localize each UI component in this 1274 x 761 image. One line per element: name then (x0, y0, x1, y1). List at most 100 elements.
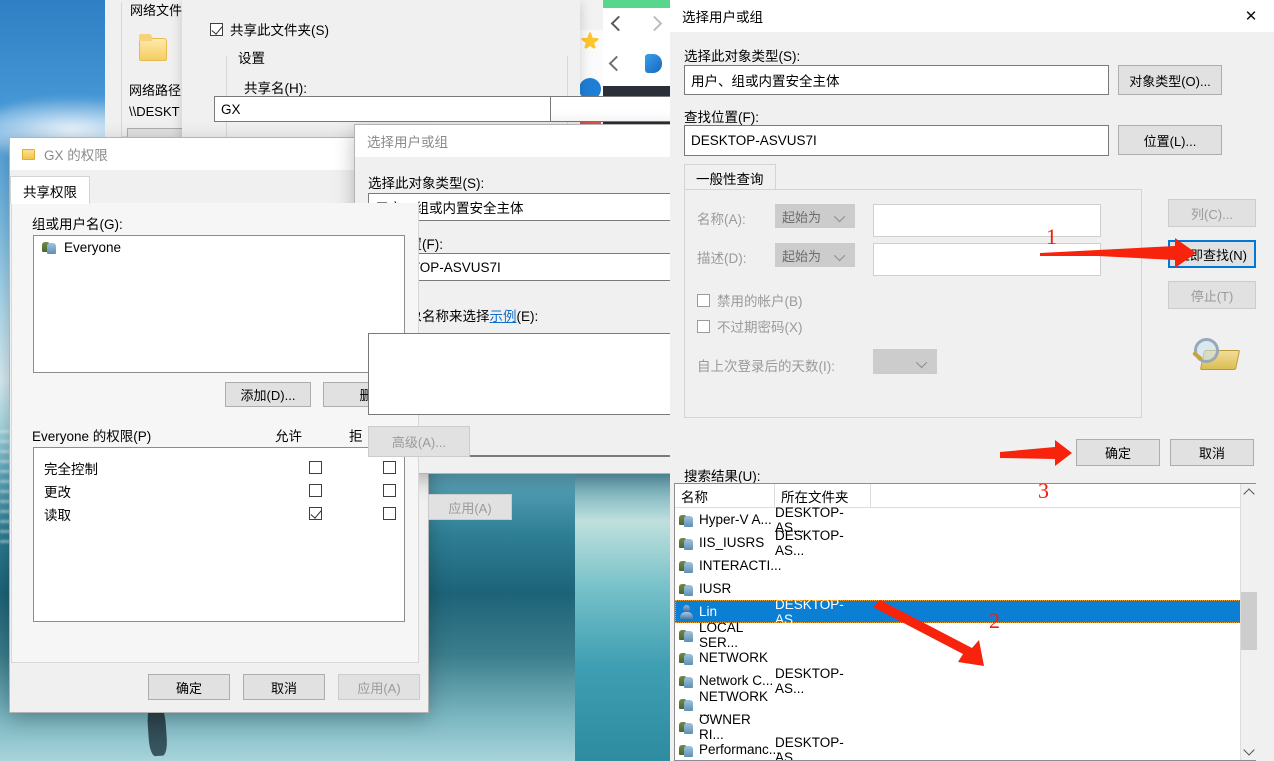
browser-reading-icon[interactable] (608, 55, 625, 72)
results-scrollbar[interactable] (1240, 484, 1257, 760)
result-name-cell: Hyper-V A... (675, 512, 775, 528)
result-name: LOCAL SER... (699, 619, 743, 650)
permission-row[interactable]: 完全控制 (34, 456, 404, 479)
permission-row[interactable]: 读取 (34, 502, 404, 525)
annotation-number-2: 2 (989, 608, 1000, 633)
tab-label: 共享权限 (23, 184, 77, 200)
desc-operator-select[interactable]: 起始为 (775, 243, 855, 267)
result-name-cell: IIS_IUSRS (675, 535, 775, 551)
query-tabstrip[interactable]: 一般性查询 (684, 164, 776, 190)
result-name: OWNER RI... (699, 711, 751, 742)
select-apply-button[interactable]: 应用(A) (428, 494, 512, 520)
group-icon (679, 581, 695, 597)
permissions-cancel-button[interactable]: 取消 (243, 674, 325, 700)
bing-logo-icon[interactable] (645, 54, 662, 73)
cancel-button[interactable]: 取消 (1170, 439, 1254, 466)
result-name-cell: Performanc... (675, 742, 780, 758)
table-row[interactable]: NETWORK (675, 646, 1255, 669)
deny-checkbox[interactable] (383, 484, 396, 497)
location-button[interactable]: 位置(L)... (1118, 125, 1222, 155)
group-or-usernames-label: 组或用户名(G): (32, 217, 123, 232)
never-expire-password-label: 不过期密码(X) (717, 320, 803, 335)
general-query-panel: 名称(A): 起始为 描述(D): 起始为 禁用的帐户(B) 不过期密码(X) … (684, 189, 1142, 418)
result-name: IUSR (699, 581, 732, 596)
table-row[interactable]: IUSR (675, 577, 1255, 600)
table-row[interactable]: Hyper-V A... DESKTOP-AS... (675, 505, 1255, 535)
close-icon[interactable]: ✕ (1228, 0, 1274, 32)
disabled-accounts-checkbox[interactable]: 禁用的帐户(B) (697, 290, 803, 310)
share-name-value-overlay: GX (221, 101, 241, 117)
name-operator-select[interactable]: 起始为 (775, 204, 855, 228)
table-row[interactable]: OWNER RI... (675, 712, 1255, 742)
object-names-textarea[interactable] (368, 333, 678, 415)
deny-column-header: 拒 (349, 429, 363, 444)
table-row[interactable]: INTERACTI... (675, 554, 1255, 577)
days-since-login-select[interactable] (873, 349, 937, 374)
permissions-apply-button[interactable]: 应用(A) (338, 674, 420, 700)
tab-share-permissions[interactable]: 共享权限 (10, 176, 90, 204)
object-type-button[interactable]: 对象类型(O)... (1118, 65, 1222, 95)
allow-checkbox[interactable] (309, 484, 322, 497)
checkbox-box (697, 319, 710, 333)
group-icon (679, 535, 695, 551)
allow-checkbox[interactable] (309, 461, 322, 474)
permissions-for-label: Everyone 的权限(P) (32, 429, 152, 444)
permission-row[interactable]: 更改 (34, 479, 404, 502)
examples-link[interactable]: 示例 (490, 309, 517, 324)
advanced-title-bar: 选择用户或组 ✕ (670, 0, 1274, 32)
group-icon (42, 239, 58, 255)
desc-query-input[interactable] (873, 243, 1101, 276)
result-name-cell: Network C... (675, 673, 775, 689)
chevron-down-icon (833, 210, 846, 223)
chevron-up-icon[interactable] (1241, 484, 1257, 501)
permissions-ok-button[interactable]: 确定 (148, 674, 230, 700)
permissions-tabstrip[interactable]: 共享权限 (10, 176, 90, 204)
ok-button[interactable]: 确定 (1076, 439, 1160, 466)
permissions-listbox[interactable]: 完全控制 更改 读取 (33, 447, 405, 622)
share-this-folder-checkbox[interactable]: 共享此文件夹(S) (210, 19, 329, 39)
result-name: Lin (699, 604, 718, 619)
add-button[interactable]: 添加(D)... (225, 382, 311, 407)
result-name: Network C... (699, 673, 774, 688)
find-now-button[interactable]: 立即查找(N) (1168, 240, 1256, 268)
table-row[interactable]: LOCAL SER... (675, 620, 1255, 650)
table-row[interactable]: IIS_IUSRS DESKTOP-AS... (675, 528, 1255, 558)
group-user-listbox[interactable]: Everyone (33, 235, 405, 373)
chevron-down-icon (915, 356, 928, 368)
browser-forward-icon[interactable] (646, 15, 663, 32)
adv-object-type-input[interactable]: 用户、组或内置安全主体 (684, 65, 1109, 95)
deny-checkbox[interactable] (383, 507, 396, 520)
user-icon (679, 604, 695, 620)
permissions-dialog-title: GX 的权限 (44, 148, 108, 163)
result-name: Hyper-V A... (699, 512, 772, 527)
allow-checkbox[interactable] (309, 507, 322, 520)
list-item[interactable]: Everyone (34, 236, 404, 258)
adv-location-value: DESKTOP-ASVUS7I (691, 133, 817, 148)
browser-back-icon[interactable] (610, 15, 627, 32)
advanced-button[interactable]: 高级(A)... (368, 426, 470, 457)
search-results-list[interactable]: 名称 所在文件夹 Hyper-V A... DESKTOP-AS... IIS_IU… (674, 483, 1256, 761)
result-folder-cell: DESKTOP-AS... (775, 758, 871, 761)
group-icon (679, 696, 695, 712)
adv-location-input[interactable]: DESKTOP-ASVUS7I (684, 125, 1109, 156)
magnifier-folder-icon (1192, 338, 1241, 372)
result-folder-cell: DESKTOP-AS... (775, 596, 844, 627)
columns-button[interactable]: 列(C)... (1168, 199, 1256, 227)
permission-name: 读取 (44, 507, 71, 523)
select-user-advanced-dialog[interactable]: 选择用户或组 ✕ 选择此对象类型(S): 用户、组或内置安全主体 对象类型(O)… (670, 0, 1274, 761)
column-header-name[interactable]: 名称 (675, 484, 775, 507)
deny-checkbox[interactable] (383, 461, 396, 474)
select-user-title-bar: 选择用户或组 (355, 125, 685, 157)
chevron-down-icon[interactable] (1241, 743, 1257, 760)
network-path-value: \\DESKT (129, 104, 180, 119)
group-icon (679, 627, 695, 643)
stop-button[interactable]: 停止(T) (1168, 281, 1256, 309)
share-name-input-overlay[interactable]: GX (214, 96, 551, 122)
name-query-input[interactable] (873, 204, 1101, 237)
table-row[interactable]: Performanc... DESKTOP-AS... (675, 735, 1255, 760)
user-name: Everyone (64, 239, 122, 255)
never-expire-password-checkbox[interactable]: 不过期密码(X) (697, 316, 803, 336)
favorites-star-icon[interactable] (579, 30, 601, 51)
scrollbar-thumb[interactable] (1241, 592, 1257, 650)
tab-general-query[interactable]: 一般性查询 (684, 164, 776, 190)
